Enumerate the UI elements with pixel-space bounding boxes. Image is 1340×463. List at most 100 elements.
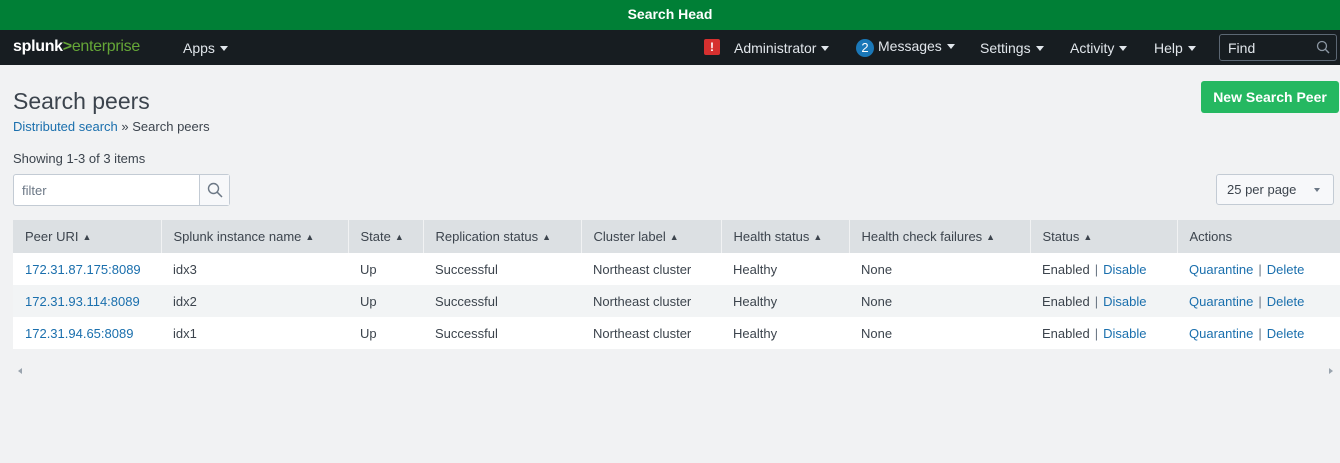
cluster-label-cell: Northeast cluster	[581, 317, 721, 349]
apps-menu[interactable]: Apps	[183, 40, 228, 56]
filter-input[interactable]	[14, 175, 200, 205]
column-header-status[interactable]: Status ▲︎	[1030, 220, 1178, 253]
column-label: Status	[1042, 229, 1080, 244]
horizontal-scrollbar[interactable]	[13, 360, 1340, 382]
status-value: Enabled	[1042, 293, 1090, 309]
separator: |	[1094, 325, 1099, 341]
chevron-down-icon	[1035, 46, 1044, 51]
page-title: Search peers	[13, 88, 150, 114]
breadcrumb-separator: »	[121, 119, 129, 134]
delete-link[interactable]: Delete	[1267, 262, 1305, 277]
cluster-label-cell: Northeast cluster	[581, 253, 721, 285]
health-check-failures-cell: None	[849, 285, 1030, 317]
health-status-cell: Healthy	[721, 253, 849, 285]
status-cell: Enabled | Disable	[1030, 285, 1177, 317]
administrator-menu[interactable]: Administrator	[734, 40, 830, 56]
actions-cell: Quarantine | Delete	[1177, 317, 1340, 349]
status-value: Enabled	[1042, 261, 1090, 277]
peer-uri-link[interactable]: 172.31.94.65:8089	[25, 326, 133, 341]
scroll-left-icon[interactable]	[18, 368, 22, 374]
column-header-cluster-label[interactable]: Cluster label ▲︎	[581, 220, 722, 253]
sort-icon: ▲︎	[813, 232, 823, 242]
replication-status-cell: Successful	[423, 253, 581, 285]
separator: |	[1094, 261, 1099, 277]
disable-link[interactable]: Disable	[1103, 294, 1146, 309]
chevron-down-icon	[1314, 188, 1320, 192]
separator: |	[1258, 261, 1262, 277]
sort-icon: ▲︎	[394, 232, 404, 242]
settings-menu[interactable]: Settings	[980, 40, 1044, 56]
status-cell: Enabled | Disable	[1030, 317, 1177, 349]
instance-name-cell: idx1	[161, 317, 348, 349]
scroll-right-icon[interactable]	[1329, 368, 1333, 374]
disable-link[interactable]: Disable	[1103, 262, 1146, 277]
table-row: 172.31.93.114:8089 idx2 Up Successful No…	[13, 285, 1340, 317]
actions-cell: Quarantine | Delete	[1177, 285, 1340, 317]
chevron-down-icon	[1119, 46, 1128, 51]
instance-name-cell: idx3	[161, 253, 348, 285]
peer-uri-cell: 172.31.93.114:8089	[13, 285, 161, 317]
column-label: Peer URI	[25, 229, 79, 244]
administrator-label: Administrator	[734, 40, 817, 56]
separator: |	[1258, 325, 1262, 341]
messages-menu[interactable]: 2 Messages	[856, 38, 955, 57]
peer-uri-link[interactable]: 172.31.93.114:8089	[25, 294, 140, 309]
quarantine-link[interactable]: Quarantine	[1189, 262, 1253, 277]
health-status-cell: Healthy	[721, 285, 849, 317]
sort-icon: ▲︎	[986, 232, 996, 242]
column-header-health-check-failures[interactable]: Health check failures ▲︎	[849, 220, 1031, 253]
health-check-failures-cell: None	[849, 317, 1030, 349]
column-label: Health check failures	[861, 229, 983, 244]
activity-label: Activity	[1070, 40, 1115, 56]
search-icon[interactable]	[1316, 40, 1330, 54]
splunk-logo[interactable]: splunk>enterprise	[13, 38, 140, 56]
column-header-state[interactable]: State ▲︎	[348, 220, 424, 253]
logo-product: enterprise	[71, 38, 140, 55]
delete-link[interactable]: Delete	[1267, 294, 1305, 309]
status-value: Enabled	[1042, 325, 1090, 341]
column-header-health-status[interactable]: Health status ▲︎	[721, 220, 850, 253]
search-icon	[207, 182, 223, 198]
chevron-down-icon	[821, 46, 830, 51]
delete-link[interactable]: Delete	[1267, 326, 1305, 341]
alert-icon[interactable]: !	[704, 39, 720, 55]
column-header-peer-uri[interactable]: Peer URI ▲︎	[13, 220, 162, 253]
find-input[interactable]	[1220, 35, 1316, 60]
sort-icon: ▲︎	[1083, 232, 1093, 242]
actions-cell: Quarantine | Delete	[1177, 253, 1340, 285]
column-header-instance-name[interactable]: Splunk instance name ▲︎	[161, 220, 349, 253]
chevron-down-icon	[219, 46, 228, 51]
find-box	[1219, 34, 1337, 61]
activity-menu[interactable]: Activity	[1070, 40, 1128, 56]
environment-banner: Search Head	[0, 0, 1340, 30]
breadcrumb-current: Search peers	[132, 119, 210, 134]
new-search-peer-button[interactable]: New Search Peer	[1201, 81, 1339, 113]
quarantine-link[interactable]: Quarantine	[1189, 294, 1253, 309]
logo-mark: >	[62, 38, 72, 55]
health-check-failures-cell: None	[849, 253, 1030, 285]
column-label: Splunk instance name	[173, 229, 302, 244]
sort-icon: ▲︎	[305, 232, 315, 242]
column-header-replication-status[interactable]: Replication status ▲︎	[423, 220, 582, 253]
separator: |	[1094, 293, 1099, 309]
status-cell: Enabled | Disable	[1030, 253, 1177, 285]
settings-label: Settings	[980, 40, 1031, 56]
quarantine-link[interactable]: Quarantine	[1189, 326, 1253, 341]
breadcrumb: Distributed search » Search peers	[13, 119, 210, 134]
per-page-select[interactable]: 25 per page	[1216, 174, 1334, 205]
top-navbar: splunk>enterprise Apps ! Administrator 2…	[0, 30, 1340, 65]
messages-label: Messages	[878, 38, 942, 54]
filter-search-button[interactable]	[199, 175, 229, 205]
chevron-down-icon	[1187, 46, 1196, 51]
state-cell: Up	[348, 253, 423, 285]
replication-status-cell: Successful	[423, 285, 581, 317]
disable-link[interactable]: Disable	[1103, 326, 1146, 341]
instance-name-cell: idx2	[161, 285, 348, 317]
sort-icon: ▲︎	[669, 232, 679, 242]
filter-box	[13, 174, 230, 206]
per-page-value: 25 per page	[1227, 182, 1297, 197]
peer-uri-cell: 172.31.87.175:8089	[13, 253, 161, 285]
help-menu[interactable]: Help	[1154, 40, 1196, 56]
breadcrumb-link-distributed-search[interactable]: Distributed search	[13, 119, 118, 134]
peer-uri-link[interactable]: 172.31.87.175:8089	[25, 262, 141, 277]
